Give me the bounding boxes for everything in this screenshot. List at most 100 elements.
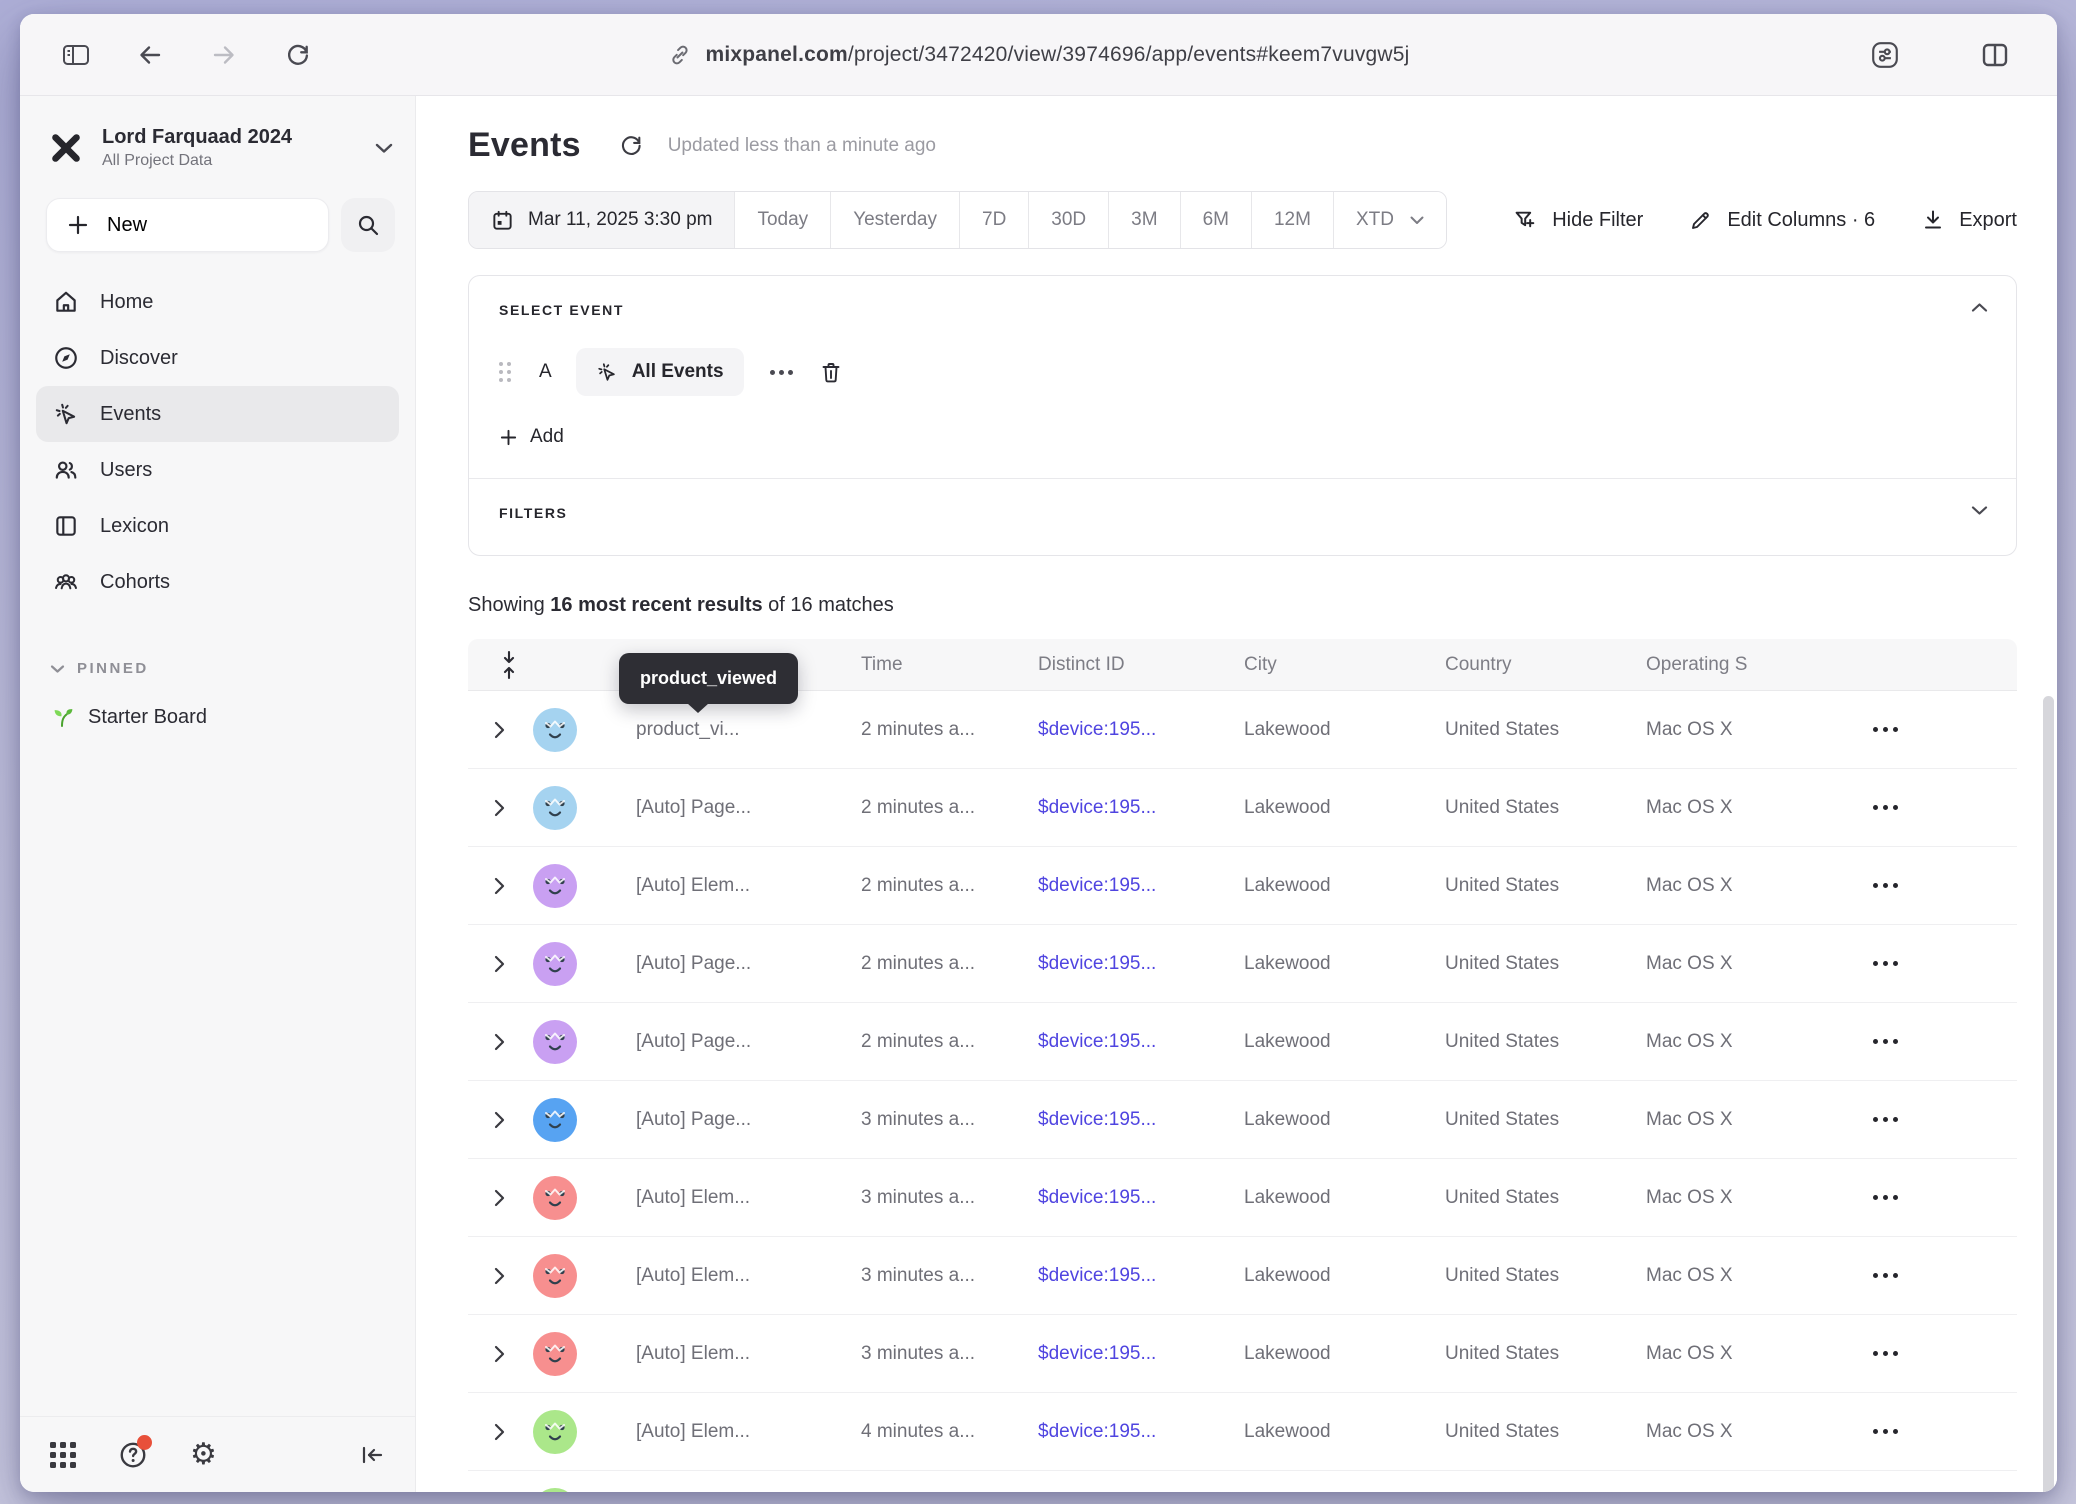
event-selector-button[interactable]: All Events xyxy=(576,348,744,396)
row-menu-button[interactable] xyxy=(1873,1187,2017,1208)
event-name-cell[interactable]: [Auto] Elem... xyxy=(636,875,861,897)
column-header-os[interactable]: Operating S xyxy=(1646,654,1873,676)
drag-handle-icon[interactable] xyxy=(499,362,511,382)
sidebar-item-lexicon[interactable]: Lexicon xyxy=(36,498,399,554)
collapse-sidebar-icon[interactable] xyxy=(359,1443,385,1467)
apps-grid-icon[interactable] xyxy=(50,1442,76,1468)
project-switcher[interactable]: Lord Farquaad 2024 All Project Data xyxy=(46,126,393,170)
row-menu-button[interactable] xyxy=(1873,1343,2017,1364)
distinct-id-link[interactable]: $device:195... xyxy=(1038,1421,1244,1443)
range-today[interactable]: Today xyxy=(734,192,830,248)
expand-row-icon[interactable] xyxy=(494,1267,505,1285)
expand-row-icon[interactable] xyxy=(494,1033,505,1051)
sidebar-item-home[interactable]: Home xyxy=(36,274,399,330)
reload-icon[interactable] xyxy=(276,33,320,77)
event-name-cell[interactable]: [Auto] Page... xyxy=(636,953,861,975)
collapse-rows-icon[interactable] xyxy=(498,650,520,680)
column-header-time[interactable]: Time xyxy=(861,654,1038,676)
split-view-icon[interactable] xyxy=(1973,33,2017,77)
browser-sidebar-toggle-icon[interactable] xyxy=(54,33,98,77)
row-menu-button[interactable] xyxy=(1873,1421,2017,1442)
event-name-cell[interactable]: [Auto] Page... xyxy=(636,797,861,819)
sidebar-item-starter-board[interactable]: Starter Board xyxy=(20,705,415,729)
distinct-id-link[interactable]: $device:195... xyxy=(1038,953,1244,975)
pinned-section-header[interactable]: PINNED xyxy=(50,660,415,677)
range-xtd[interactable]: XTD xyxy=(1333,192,1446,248)
distinct-id-link[interactable]: $device:195... xyxy=(1038,797,1244,819)
collapse-section-icon[interactable] xyxy=(1971,302,1988,313)
hide-filter-button[interactable]: Hide Filter xyxy=(1513,208,1643,233)
expand-row-icon[interactable] xyxy=(494,799,505,817)
column-header-distinct-id[interactable]: Distinct ID xyxy=(1038,654,1244,676)
sidebar-item-events[interactable]: Events xyxy=(36,386,399,442)
expand-row-icon[interactable] xyxy=(494,1111,505,1129)
delete-clause-icon[interactable] xyxy=(819,360,843,385)
table-row[interactable]: [Auto] Elem... 3 minutes a... $device:19… xyxy=(468,1159,2017,1237)
expand-section-icon[interactable] xyxy=(1971,505,1988,516)
add-event-button[interactable]: Add xyxy=(499,426,564,448)
expand-row-icon[interactable] xyxy=(494,955,505,973)
row-menu-button[interactable] xyxy=(1873,953,2017,974)
date-picker-button[interactable]: Mar 11, 2025 3:30 pm xyxy=(469,192,734,248)
event-name-cell[interactable]: [Auto] Elem... xyxy=(636,1265,861,1287)
browser-settings-icon[interactable] xyxy=(1863,33,1907,77)
expand-row-icon[interactable] xyxy=(494,721,505,739)
search-button[interactable] xyxy=(341,198,395,252)
distinct-id-link[interactable]: $device:195... xyxy=(1038,1031,1244,1053)
range-12m[interactable]: 12M xyxy=(1251,192,1333,248)
expand-row-icon[interactable] xyxy=(494,1423,505,1441)
event-name-cell[interactable]: [Auto] Elem... xyxy=(636,1343,861,1365)
scrollbar-thumb[interactable] xyxy=(2043,696,2054,1492)
table-row[interactable]: [Auto] Page... 3 minutes a... $device:19… xyxy=(468,1081,2017,1159)
expand-row-icon[interactable] xyxy=(494,1345,505,1363)
range-yesterday[interactable]: Yesterday xyxy=(830,192,959,248)
distinct-id-link[interactable]: $device:195... xyxy=(1038,719,1244,741)
table-row[interactable]: [Auto] Page... 2 minutes a... $device:19… xyxy=(468,769,2017,847)
sidebar-item-users[interactable]: Users xyxy=(36,442,399,498)
table-row[interactable]: [Auto] Elem... 3 minutes a... $device:19… xyxy=(468,1237,2017,1315)
filters-section[interactable]: FILTERS xyxy=(469,478,2016,555)
table-row[interactable]: [Auto] Page... 2 minutes a... $device:19… xyxy=(468,1003,2017,1081)
table-row[interactable]: [Auto] Elem... 4 minutes a... $device:19… xyxy=(468,1471,2017,1492)
table-row[interactable]: [Auto] Elem... 2 minutes a... $device:19… xyxy=(468,847,2017,925)
distinct-id-link[interactable]: $device:195... xyxy=(1038,875,1244,897)
url-bar[interactable]: mixpanel.com/project/3472420/view/397469… xyxy=(667,43,1409,67)
range-30d[interactable]: 30D xyxy=(1028,192,1108,248)
event-name-cell[interactable]: product_vi... xyxy=(636,719,861,741)
back-icon[interactable] xyxy=(128,33,172,77)
event-name-cell[interactable]: [Auto] Page... xyxy=(636,1031,861,1053)
refresh-icon[interactable] xyxy=(619,133,644,158)
table-row[interactable]: [Auto] Elem... 4 minutes a... $device:19… xyxy=(468,1393,2017,1471)
range-6m[interactable]: 6M xyxy=(1180,192,1251,248)
sidebar-item-discover[interactable]: Discover xyxy=(36,330,399,386)
event-name-cell[interactable]: [Auto] Page... xyxy=(636,1109,861,1131)
help-icon[interactable] xyxy=(118,1440,148,1470)
new-button[interactable]: New xyxy=(46,198,329,252)
distinct-id-link[interactable]: $device:195... xyxy=(1038,1343,1244,1365)
forward-icon[interactable] xyxy=(202,33,246,77)
row-menu-button[interactable] xyxy=(1873,875,2017,896)
distinct-id-link[interactable]: $device:195... xyxy=(1038,1187,1244,1209)
row-menu-button[interactable] xyxy=(1873,1031,2017,1052)
clause-more-options-icon[interactable] xyxy=(770,370,793,375)
table-row[interactable]: [Auto] Page... 2 minutes a... $device:19… xyxy=(468,925,2017,1003)
expand-row-icon[interactable] xyxy=(494,877,505,895)
distinct-id-link[interactable]: $device:195... xyxy=(1038,1265,1244,1287)
event-name-cell[interactable]: [Auto] Elem... xyxy=(636,1421,861,1443)
column-header-city[interactable]: City xyxy=(1244,654,1445,676)
sidebar-item-cohorts[interactable]: Cohorts xyxy=(36,554,399,610)
column-header-country[interactable]: Country xyxy=(1445,654,1646,676)
row-menu-button[interactable] xyxy=(1873,1265,2017,1286)
range-3m[interactable]: 3M xyxy=(1108,192,1179,248)
edit-columns-button[interactable]: Edit Columns · 6 xyxy=(1689,208,1875,233)
expand-row-icon[interactable] xyxy=(494,1189,505,1207)
distinct-id-link[interactable]: $device:195... xyxy=(1038,1109,1244,1131)
settings-gear-icon[interactable]: ⚙ xyxy=(190,1440,217,1470)
range-7d[interactable]: 7D xyxy=(959,192,1028,248)
row-menu-button[interactable] xyxy=(1873,719,2017,740)
event-name-cell[interactable]: [Auto] Elem... xyxy=(636,1187,861,1209)
export-button[interactable]: Export xyxy=(1921,208,2017,233)
row-menu-button[interactable] xyxy=(1873,797,2017,818)
table-row[interactable]: [Auto] Elem... 3 minutes a... $device:19… xyxy=(468,1315,2017,1393)
row-menu-button[interactable] xyxy=(1873,1109,2017,1130)
